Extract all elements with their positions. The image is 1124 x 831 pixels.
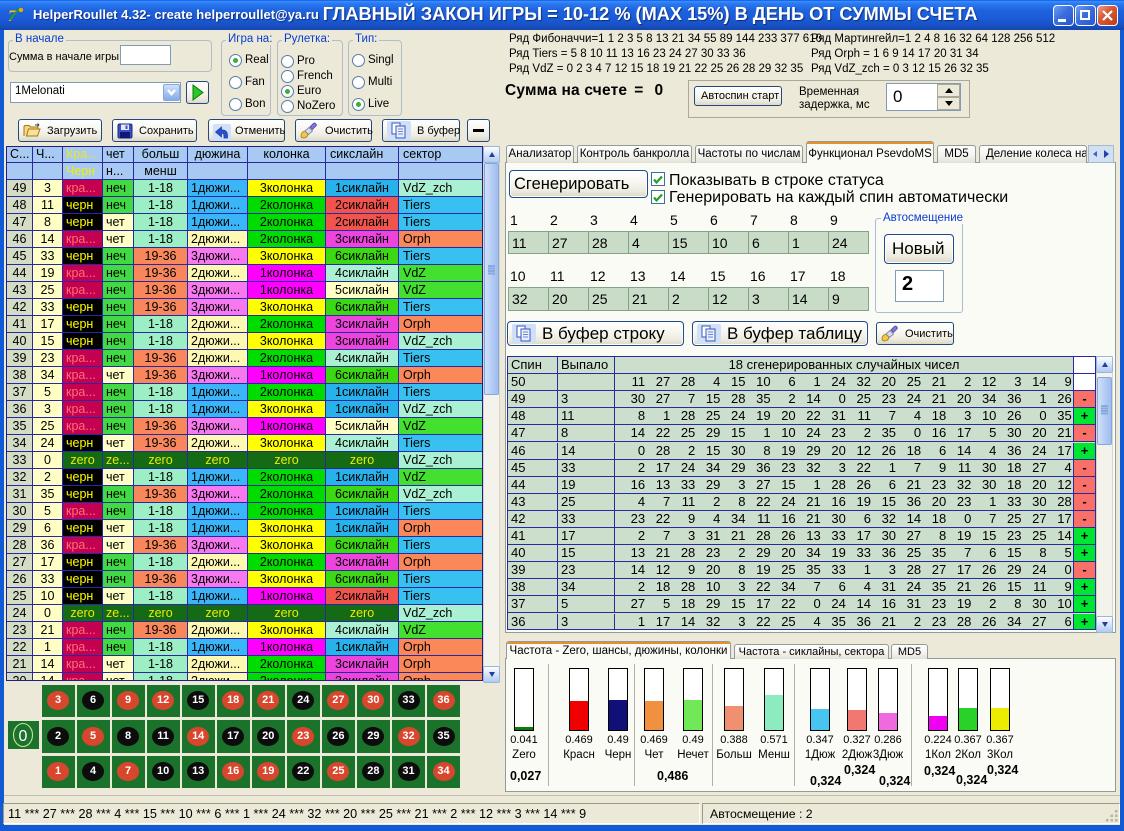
svg-text:0: 0 [19,728,28,745]
